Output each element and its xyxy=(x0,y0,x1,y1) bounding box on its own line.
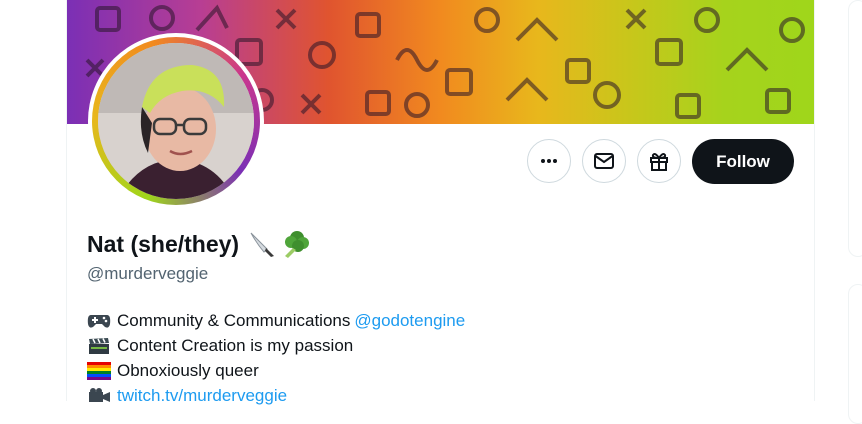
broccoli-icon xyxy=(285,231,310,258)
bio-line-1-text: Community & Communications xyxy=(117,311,351,330)
profile-bio: Community & Communications @godotengine … xyxy=(87,308,465,408)
bio-line-4: twitch.tv/murderveggie xyxy=(87,383,465,408)
message-button[interactable] xyxy=(582,139,626,183)
bio-line-2-text: Content Creation is my passion xyxy=(117,336,354,355)
godotengine-mention-link[interactable]: @godotengine xyxy=(354,308,465,333)
more-horizontal-icon xyxy=(541,159,557,163)
gift-button[interactable] xyxy=(637,139,681,183)
twitch-link[interactable]: twitch.tv/murderveggie xyxy=(117,383,287,408)
rainbow-flag-icon xyxy=(87,361,111,380)
bio-line-3: Obnoxiously queer xyxy=(87,358,465,383)
bio-line-1: Community & Communications @godotengine xyxy=(87,308,465,333)
gamepad-icon xyxy=(87,314,111,328)
knife-icon xyxy=(250,232,275,257)
avatar-portrait xyxy=(98,43,254,199)
avatar-photo xyxy=(98,43,254,199)
sidebar-card-edge xyxy=(848,0,862,257)
more-button[interactable] xyxy=(527,139,571,183)
clapperboard-icon xyxy=(89,337,109,354)
avatar-gradient-ring xyxy=(92,37,260,205)
display-name: Nat (she/they) xyxy=(87,228,311,260)
bio-line-3-text: Obnoxiously queer xyxy=(117,361,259,380)
camera-icon xyxy=(89,387,110,402)
sidebar-card-edge-lower xyxy=(848,284,862,424)
gift-icon xyxy=(650,153,668,171)
follow-button[interactable]: Follow xyxy=(692,139,794,184)
display-name-text: Nat (she/they) xyxy=(87,230,240,257)
profile-column: Follow Nat (she/they) @murderveggie Comm… xyxy=(66,0,815,405)
profile-handle: @murderveggie xyxy=(87,264,209,283)
avatar[interactable] xyxy=(88,33,264,209)
envelope-icon xyxy=(594,153,614,169)
bio-line-2: Content Creation is my passion xyxy=(87,333,465,358)
